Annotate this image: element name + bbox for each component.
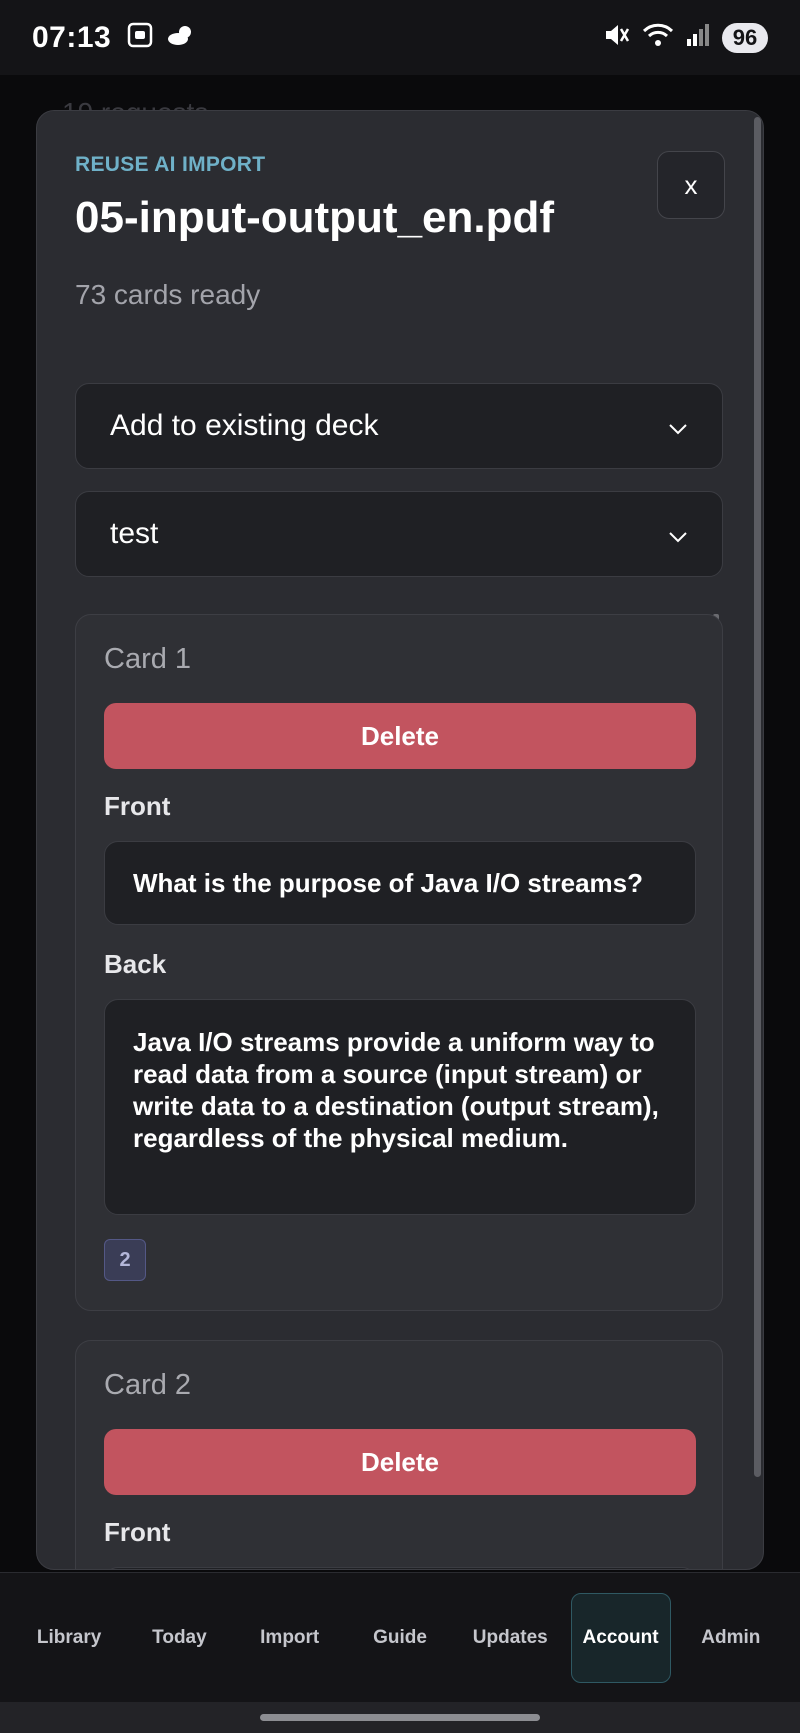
phone-screen: 07:13 96 19 requests REUS — [0, 0, 800, 1733]
card-badge: 2 — [104, 1239, 146, 1281]
cards-ready-count: 73 cards ready — [75, 279, 261, 310]
nav-item-updates[interactable]: Updates — [460, 1593, 560, 1683]
weather-icon — [167, 23, 195, 52]
nav-item-admin[interactable]: Admin — [681, 1593, 781, 1683]
delete-card-button[interactable]: Delete — [104, 703, 696, 769]
modal-eyebrow: REUSE AI IMPORT — [75, 153, 266, 176]
chevron-down-icon — [668, 517, 688, 551]
wifi-6-icon — [642, 22, 674, 53]
status-right: 96 — [602, 21, 768, 54]
card-label: Card 1 — [104, 643, 192, 675]
front-label: Front — [104, 791, 171, 821]
modal-scrollbar[interactable] — [754, 117, 761, 1477]
modal-title: 05-input-output_en.pdf — [75, 193, 555, 242]
close-button[interactable]: x — [657, 151, 725, 219]
card-label: Card 2 — [104, 1369, 192, 1401]
home-indicator[interactable] — [260, 1714, 540, 1721]
nav-item-account[interactable]: Account — [570, 1592, 671, 1683]
import-mode-value: Add to existing deck — [110, 409, 379, 442]
back-field[interactable]: Java I/O streams provide a uniform way t… — [104, 999, 696, 1215]
screenshot-icon — [127, 22, 153, 53]
front-label: Front — [104, 1517, 171, 1547]
nav-item-library[interactable]: Library — [19, 1593, 119, 1683]
card-item: Card 1 Delete Front What is the purpose … — [75, 614, 723, 1311]
front-field[interactable]: What is the purpose of Java I/O streams? — [104, 841, 696, 925]
card-item: Card 2 Delete Front — [75, 1340, 723, 1569]
status-time: 07:13 — [32, 20, 112, 54]
import-mode-select[interactable]: Add to existing deck — [75, 383, 723, 469]
reuse-import-modal: REUSE AI IMPORT 05-input-output_en.pdf x… — [36, 110, 764, 1570]
nav-item-guide[interactable]: Guide — [350, 1593, 450, 1683]
deck-select-value: test — [110, 517, 159, 550]
status-bar: 07:13 96 — [0, 0, 800, 75]
deck-select[interactable]: test — [75, 491, 723, 577]
cards-list: Card 1 Delete Front What is the purpose … — [75, 614, 723, 1569]
front-field[interactable] — [104, 1567, 696, 1569]
chevron-down-icon — [668, 409, 688, 443]
battery-indicator: 96 — [722, 22, 768, 53]
mute-icon — [602, 21, 630, 54]
delete-card-button[interactable]: Delete — [104, 1429, 696, 1495]
bottom-nav: Library Today Import Guide Updates Accou… — [0, 1572, 800, 1702]
nav-item-import[interactable]: Import — [240, 1593, 340, 1683]
status-left-icons — [127, 22, 195, 53]
back-label: Back — [104, 949, 167, 979]
nav-item-today[interactable]: Today — [129, 1593, 229, 1683]
signal-icon — [686, 23, 710, 52]
